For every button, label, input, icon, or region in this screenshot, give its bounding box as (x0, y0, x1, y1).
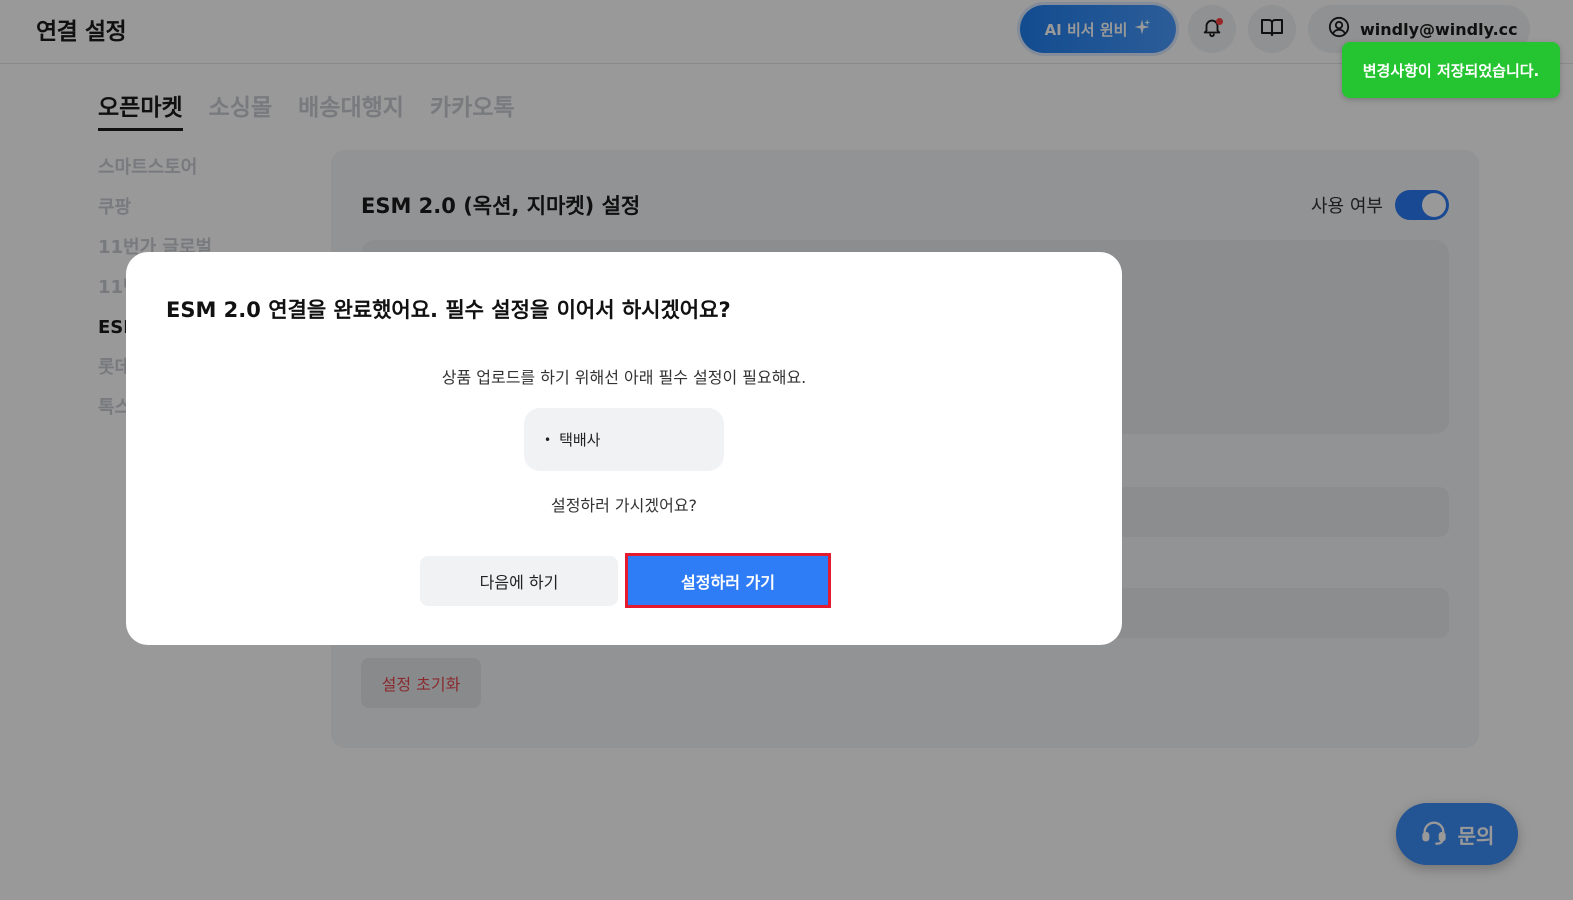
later-button[interactable]: 다음에 하기 (420, 556, 618, 606)
modal-title: ESM 2.0 연결을 완료했어요. 필수 설정을 이어서 하시겠어요? (166, 298, 731, 322)
modal-description: 상품 업로드를 하기 위해선 아래 필수 설정이 필요해요. (441, 368, 807, 387)
go-to-settings-button[interactable]: 설정하러 가기 (628, 556, 828, 605)
setup-prompt-modal: ESM 2.0 연결을 완료했어요. 필수 설정을 이어서 하시겠어요? 상품 … (126, 252, 1122, 645)
required-items-box: • 택배사 (524, 408, 724, 471)
go-to-settings-highlight: 설정하러 가기 (625, 553, 831, 608)
modal-question: 설정하러 가시겠어요? (550, 496, 698, 515)
bullet-icon: • (544, 432, 552, 447)
save-toast: 변경사항이 저장되었습니다. (1342, 42, 1560, 98)
required-item: 택배사 (559, 431, 601, 449)
